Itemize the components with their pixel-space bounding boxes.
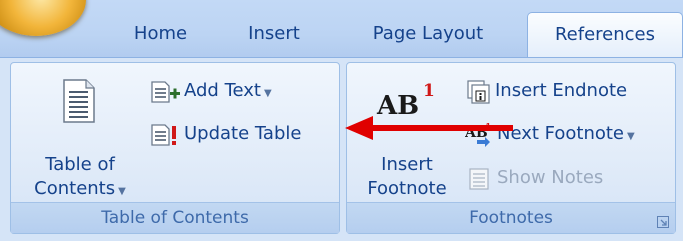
office-button[interactable] <box>0 0 86 36</box>
insert-endnote-button[interactable]: Insert Endnote <box>465 78 665 106</box>
word-ribbon-screenshot: Home Insert Page Layout References Table… <box>0 0 683 241</box>
toc-label-line1: Table of <box>45 154 115 175</box>
update-table-label: Update Table <box>184 123 302 144</box>
document-lines-icon <box>62 79 96 123</box>
insert-footnote-line1: Insert <box>381 154 433 175</box>
group-footnotes: AB 1 Insert Footnote Insert Endnote AB N… <box>346 62 676 234</box>
chevron-down-icon: ▼ <box>627 131 635 142</box>
table-of-contents-button[interactable]: Table of Contents ▼ <box>25 75 135 203</box>
group-table-of-contents: Table of Contents ▼ Add Text ▼ Update Ta… <box>10 62 340 234</box>
annotation-arrow <box>345 115 515 145</box>
chevron-down-icon: ▼ <box>263 88 272 99</box>
tab-page-layout[interactable]: Page Layout <box>348 12 508 58</box>
group-label-table-of-contents: Table of Contents <box>11 202 339 233</box>
dialog-launcher-icon[interactable] <box>657 213 669 228</box>
chevron-down-icon: ▼ <box>118 186 126 197</box>
toc-label-line2: Contents ▼ <box>25 177 135 204</box>
show-notes-button[interactable]: Show Notes <box>465 165 645 193</box>
ribbon-body: Table of Contents ▼ Add Text ▼ Update Ta… <box>0 57 683 241</box>
ribbon-tab-strip: Home Insert Page Layout References <box>0 0 683 58</box>
show-notes-label: Show Notes <box>497 167 604 188</box>
update-table-button[interactable]: Update Table <box>149 121 339 149</box>
tab-references[interactable]: References <box>527 12 683 58</box>
add-text-button[interactable]: Add Text ▼ <box>149 78 329 106</box>
insert-footnote-line2: Footnote <box>367 178 447 199</box>
group-label-footnotes: Footnotes <box>347 202 675 233</box>
add-text-label-text: Add Text <box>184 80 261 101</box>
add-text-icon <box>151 81 181 103</box>
next-footnote-label-text: Next Footnote <box>497 123 625 144</box>
insert-endnote-label: Insert Endnote <box>495 80 628 101</box>
footnote-superscript: 1 <box>423 81 435 101</box>
update-table-icon <box>151 124 181 146</box>
toc-label-line2-text: Contents <box>34 178 116 199</box>
tab-home[interactable]: Home <box>112 12 210 58</box>
show-notes-icon <box>469 168 491 190</box>
tab-insert[interactable]: Insert <box>232 12 316 58</box>
endnote-icon <box>467 80 491 104</box>
add-text-label: Add Text ▼ <box>184 80 272 101</box>
next-footnote-label: Next Footnote ▼ <box>497 123 635 144</box>
